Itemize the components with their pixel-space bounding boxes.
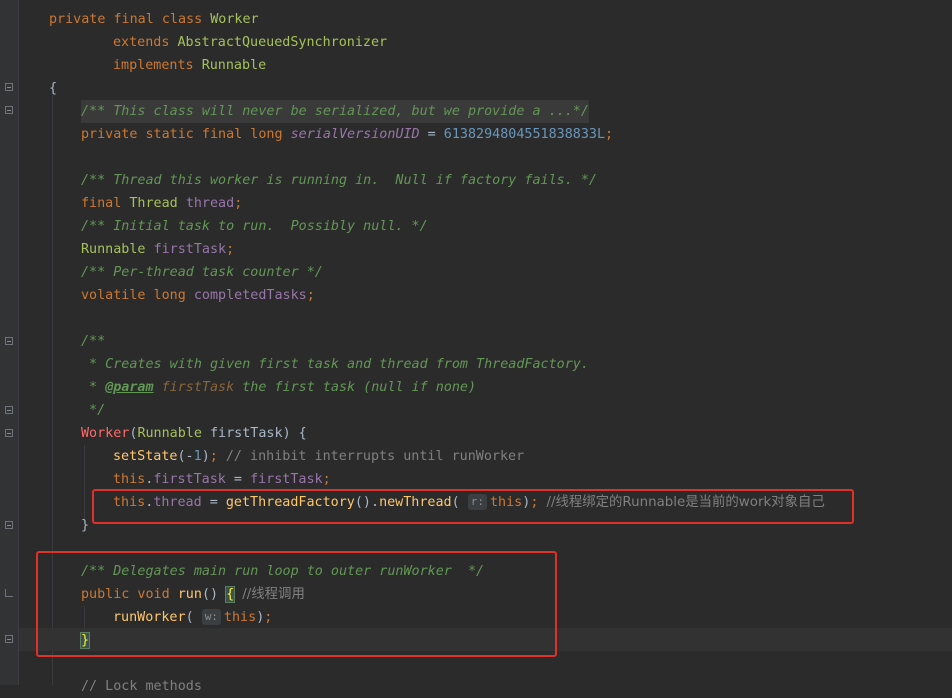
code-token: ;: [226, 242, 235, 257]
code-token: this: [113, 472, 146, 487]
fold-run-end-icon[interactable]: [5, 635, 13, 643]
code-line: setState(-1); // inhibit interrupts unti…: [113, 445, 524, 468]
code-token: ;: [209, 449, 226, 464]
code-token: setState: [113, 449, 178, 464]
code-token: // inhibit interrupts until runWorker: [225, 449, 525, 464]
fold-javadoc-end-icon[interactable]: [5, 406, 13, 414]
fold-class-icon[interactable]: [5, 83, 13, 91]
code-token: firstTask: [153, 242, 227, 257]
code-line: * Creates with given first task and thre…: [81, 353, 589, 376]
code-token: /** Thread this worker is running in. Nu…: [81, 173, 597, 188]
code-line: final Thread thread;: [81, 192, 242, 215]
code-line: {: [49, 77, 57, 100]
indent-guide: [84, 445, 85, 525]
code-token: private final class: [49, 12, 211, 27]
code-line: /**: [81, 330, 105, 353]
code-token: extends: [113, 35, 178, 50]
code-line: // Lock methods: [81, 675, 202, 698]
code-token: firstTask: [250, 472, 323, 487]
gutter-divider: [18, 0, 19, 685]
code-token: ;: [306, 288, 315, 303]
code-token: /**: [81, 334, 106, 349]
code-token: 1: [193, 449, 202, 464]
fold-run-icon[interactable]: [5, 589, 13, 597]
code-line-folded-comment[interactable]: /** This class will never be serialized,…: [81, 100, 589, 123]
code-token: firstTask: [153, 472, 226, 487]
code-token: */: [81, 403, 106, 418]
code-token: *: [81, 380, 106, 395]
code-line: /** Thread this worker is running in. Nu…: [81, 169, 597, 192]
fold-comment-icon[interactable]: [5, 106, 13, 114]
code-token: * Creates with given first task and thre…: [81, 357, 589, 372]
code-token: ;: [322, 472, 331, 487]
code-token: =: [225, 472, 251, 487]
code-token: firstTask: [161, 380, 235, 395]
fold-constructor-icon[interactable]: [5, 429, 13, 437]
code-line: /** Initial task to run. Possibly null. …: [81, 215, 428, 238]
code-line: Worker(Runnable firstTask) {: [81, 422, 307, 445]
code-line: extends AbstractQueuedSynchronizer: [113, 31, 387, 54]
code-token: // Lock methods: [81, 679, 202, 694]
code-line: */: [81, 399, 105, 422]
code-line: private final class Worker: [49, 8, 259, 31]
code-line: /** Per-thread task counter */: [81, 261, 323, 284]
code-token: (-: [177, 449, 194, 464]
code-token: {: [49, 81, 58, 96]
code-line: volatile long completedTasks;: [81, 284, 315, 307]
code-token: implements: [113, 58, 202, 73]
code-token: /** Initial task to run. Possibly null. …: [81, 219, 428, 234]
code-token: ;: [234, 196, 243, 211]
code-token: =: [419, 127, 444, 142]
code-token: firstTask: [210, 426, 283, 441]
code-line: * @param firstTask the first task (null …: [81, 376, 476, 399]
code-token: Worker: [81, 426, 130, 441]
code-token: ): [201, 449, 210, 464]
code-token: 6138294804551838833L: [443, 127, 606, 142]
code-token: /** Per-thread task counter */: [81, 265, 323, 280]
code-token: Runnable: [137, 426, 210, 441]
code-token: AbstractQueuedSynchronizer: [177, 35, 388, 50]
code-line: this.firstTask = firstTask;: [113, 468, 331, 491]
code-token: Runnable: [81, 242, 154, 257]
code-token: the first task (null if none): [234, 380, 477, 395]
code-token: @param: [105, 380, 154, 395]
code-token: Worker: [210, 12, 259, 27]
code-line: implements Runnable: [113, 54, 266, 77]
code-token: ) {: [282, 426, 307, 441]
fold-javadoc-icon[interactable]: [5, 337, 13, 345]
code-line: private static final long serialVersionU…: [81, 123, 613, 146]
code-line: }: [81, 514, 89, 537]
code-line: Runnable firstTask;: [81, 238, 234, 261]
code-token: Runnable: [201, 58, 267, 73]
annotation-box-run-method: [36, 551, 557, 657]
code-token: Thread: [129, 196, 186, 211]
code-token: volatile long: [81, 288, 194, 303]
code-token: }: [81, 518, 90, 533]
code-token: final: [81, 196, 130, 211]
fold-constructor-end-icon[interactable]: [5, 521, 13, 529]
code-token: serialVersionUID: [290, 127, 420, 142]
code-token: ;: [605, 127, 614, 142]
code-token: completedTasks: [193, 288, 307, 303]
annotation-box-newthread: [92, 489, 854, 524]
code-token: /** This class will never be serialized,…: [81, 104, 589, 119]
code-token: thread: [185, 196, 235, 211]
code-token: private static final long: [81, 127, 291, 142]
